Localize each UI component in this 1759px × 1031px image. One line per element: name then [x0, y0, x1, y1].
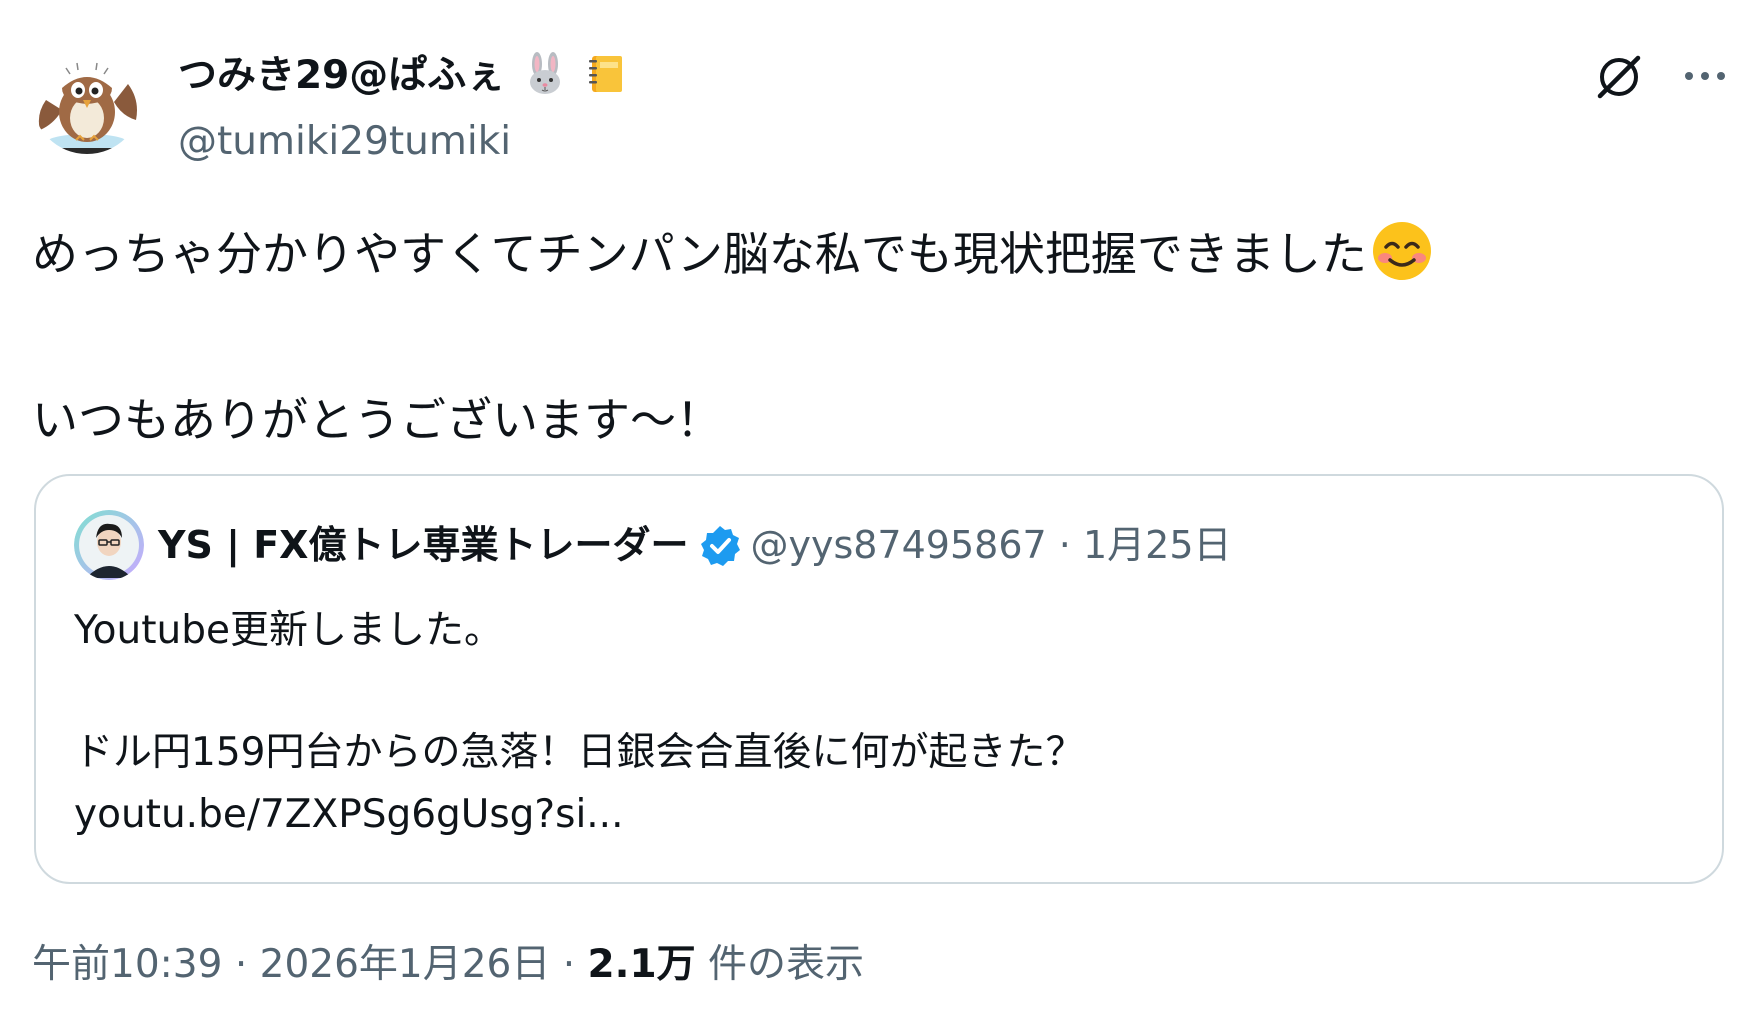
verified-badge-icon: [698, 524, 742, 580]
quoted-tweet-header: YS | FX億トレ専業トレーダー @yys87495867 · 1月25日: [158, 520, 1232, 580]
quoted-tweet-text: Youtube更新しました。 ドル円159円台からの急落！日銀会合直後に何が起き…: [74, 600, 1084, 846]
quoted-link[interactable]: youtu.be/7ZXPSg6gUsg?si...: [74, 784, 1084, 846]
meta-separator-1: ·: [234, 942, 248, 987]
tweet-line-1: めっちゃ分かりやすくてチンパン脳な私でも現状把握できました: [32, 220, 1722, 296]
tweet-time[interactable]: 午前10:39: [32, 942, 222, 987]
more-icon[interactable]: [1680, 58, 1730, 94]
quoted-separator: ·: [1058, 523, 1071, 567]
tweet: つみき29@ぱふぇ @tumiki29tumiki めっちゃ分かりやすくてチンパ…: [0, 0, 1759, 1031]
author-handle[interactable]: @tumiki29tumiki: [178, 118, 511, 166]
views-count[interactable]: 2.1万: [588, 942, 696, 987]
quoted-tweet-card[interactable]: YS | FX億トレ専業トレーダー @yys87495867 · 1月25日 Y…: [34, 474, 1724, 884]
views-label[interactable]: 件の表示: [708, 942, 864, 987]
author-avatar[interactable]: [32, 44, 142, 154]
tweet-line-2: いつもありがとうございます～！: [32, 393, 722, 447]
quoted-date[interactable]: 1月25日: [1083, 523, 1232, 567]
quoted-author-handle[interactable]: @yys87495867: [750, 523, 1046, 567]
notebook-icon: [584, 52, 628, 108]
owl-avatar-image: [32, 44, 142, 154]
smiling-face-icon: [1371, 220, 1433, 296]
tweet-date[interactable]: 2026年1月26日: [260, 942, 551, 987]
quoted-line-1: Youtube更新しました。: [74, 608, 503, 653]
meta-separator-2: ·: [562, 942, 576, 987]
tweet-meta: 午前10:39 · 2026年1月26日 · 2.1万 件の表示: [32, 940, 864, 990]
quoted-line-2: ドル円159円台からの急落！日銀会合直後に何が起きた？: [74, 730, 1085, 775]
tweet-text: めっちゃ分かりやすくてチンパン脳な私でも現状把握できました いつもありがとうござ…: [32, 220, 1722, 450]
quoted-author-avatar[interactable]: [74, 510, 144, 580]
quoted-author-name[interactable]: YS | FX億トレ専業トレーダー: [158, 523, 688, 567]
grok-icon[interactable]: [1592, 50, 1646, 104]
rabbit-face-icon: [523, 52, 567, 108]
author-display-name[interactable]: つみき29@ぱふぇ: [178, 52, 628, 108]
tweet-line-1-text: めっちゃ分かりやすくてチンパン脳な私でも現状把握できました: [32, 227, 1367, 281]
author-name-text: つみき29@ぱふぇ: [178, 53, 506, 98]
quoted-avatar-image: [74, 510, 144, 580]
